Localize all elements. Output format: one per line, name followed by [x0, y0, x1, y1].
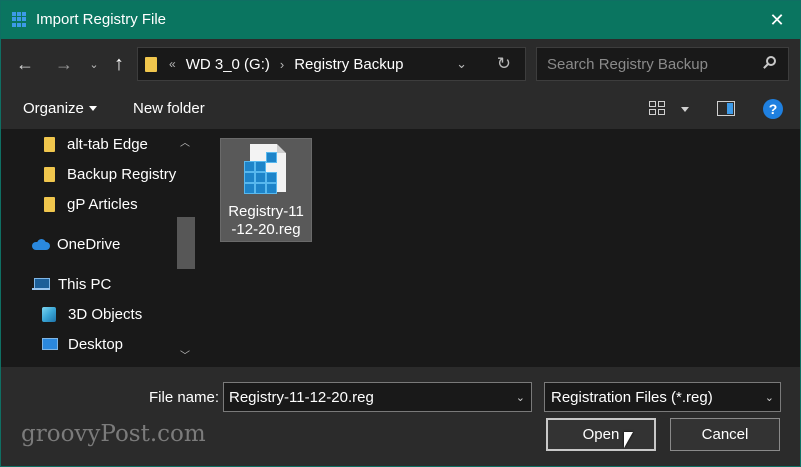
scrollbar-thumb[interactable] [177, 217, 195, 269]
file-type-select[interactable]: Registration Files (*.reg) ⌄ [544, 382, 781, 412]
scroll-up-icon[interactable]: ︿ [180, 134, 190, 149]
close-icon: ✕ [769, 9, 785, 30]
breadcrumb-drive[interactable]: WD 3_0 (G:) [186, 56, 270, 73]
search-icon[interactable] [762, 56, 776, 70]
breadcrumb-separator-icon[interactable]: › [280, 57, 284, 72]
recent-locations-button[interactable]: ⌄ [85, 51, 103, 77]
nav-item-backup-registry[interactable]: Backup Registry [44, 159, 176, 189]
search-placeholder: Search Registry Backup [547, 56, 708, 73]
import-registry-dialog: Import Registry File ✕ ← → ⌄ ↑ « WD 3_0 … [0, 0, 801, 467]
nav-item-gp-articles[interactable]: gP Articles [44, 189, 138, 219]
command-toolbar: Organize New folder ? [1, 89, 800, 129]
nav-item-alt-tab-edge[interactable]: alt-tab Edge [44, 129, 148, 159]
forward-arrow-icon: → [55, 53, 73, 74]
close-button[interactable]: ✕ [754, 1, 800, 39]
window-title: Import Registry File [36, 11, 167, 28]
file-name-value: Registry-11-12-20.reg [229, 389, 374, 406]
chevron-down-icon[interactable]: ⌄ [516, 391, 525, 404]
navigation-pane: alt-tab Edge Backup Registry gP Articles… [1, 129, 198, 367]
open-button[interactable]: Open [546, 418, 656, 451]
file-list: Registry-11 -12-20.reg [198, 129, 800, 367]
nav-item-label: 3D Objects [68, 305, 143, 323]
nav-item-3d-objects[interactable]: 3D Objects [42, 299, 142, 329]
cancel-button[interactable]: Cancel [670, 418, 780, 451]
nav-item-label: alt-tab Edge [67, 135, 148, 153]
title-bar: Import Registry File ✕ [1, 1, 800, 39]
file-name-field[interactable]: Registry-11-12-20.reg ⌄ [223, 382, 532, 412]
address-dropdown-icon[interactable]: ⌄ [456, 56, 467, 72]
onedrive-icon [32, 238, 50, 250]
up-button[interactable]: ↑ [107, 51, 131, 77]
registry-file-icon [238, 144, 288, 199]
registry-editor-icon [12, 12, 27, 27]
view-options-caret-icon[interactable] [681, 107, 689, 112]
nav-item-this-pc[interactable]: This PC [32, 269, 111, 299]
refresh-icon[interactable]: ↻ [497, 54, 511, 74]
nav-item-desktop[interactable]: Desktop [42, 329, 123, 359]
desktop-icon [42, 338, 58, 350]
back-arrow-icon: ← [16, 53, 34, 74]
mouse-cursor-icon [624, 432, 633, 448]
file-name-label: Registry-11 -12-20.reg [228, 203, 304, 238]
back-button[interactable]: ← [11, 51, 39, 77]
nav-item-label: This PC [58, 275, 112, 293]
folder-icon [145, 56, 157, 72]
this-pc-icon [32, 277, 50, 291]
nav-item-onedrive[interactable]: OneDrive [32, 229, 120, 259]
3d-objects-icon [42, 306, 56, 322]
dialog-footer: groovyPost.com File name: Registry-11-12… [1, 367, 800, 466]
help-icon[interactable]: ? [763, 99, 783, 119]
up-arrow-icon: ↑ [114, 52, 124, 75]
preview-pane-icon[interactable] [717, 101, 735, 116]
nav-item-label: Backup Registry [67, 165, 177, 183]
file-item-selected[interactable]: Registry-11 -12-20.reg [220, 138, 312, 242]
watermark-text: groovyPost.com [21, 421, 206, 447]
breadcrumb-overflow-icon[interactable]: « [169, 57, 176, 71]
address-bar[interactable]: « WD 3_0 (G:) › Registry Backup ⌄ ↻ [137, 47, 526, 81]
navigation-bar: ← → ⌄ ↑ « WD 3_0 (G:) › Registry Backup … [1, 39, 800, 89]
folder-icon [44, 166, 55, 182]
organize-button[interactable]: Organize [23, 100, 84, 117]
forward-button[interactable]: → [50, 51, 78, 77]
scroll-down-icon[interactable]: ﹀ [180, 347, 190, 362]
folder-icon [44, 136, 55, 152]
nav-item-label: OneDrive [57, 235, 121, 253]
nav-item-label: gP Articles [67, 195, 138, 213]
nav-item-label: Desktop [68, 335, 124, 353]
chevron-down-icon: ⌄ [89, 58, 99, 71]
new-folder-button[interactable]: New folder [133, 100, 205, 117]
folder-icon [44, 196, 55, 212]
change-view-icon[interactable] [649, 101, 665, 115]
file-type-value: Registration Files (*.reg) [551, 389, 713, 406]
caret-down-icon [89, 106, 97, 111]
chevron-down-icon[interactable]: ⌄ [765, 391, 774, 404]
file-name-field-label: File name: [149, 389, 220, 406]
search-input[interactable]: Search Registry Backup [536, 47, 789, 81]
breadcrumb-registry-backup[interactable]: Registry Backup [294, 56, 403, 73]
